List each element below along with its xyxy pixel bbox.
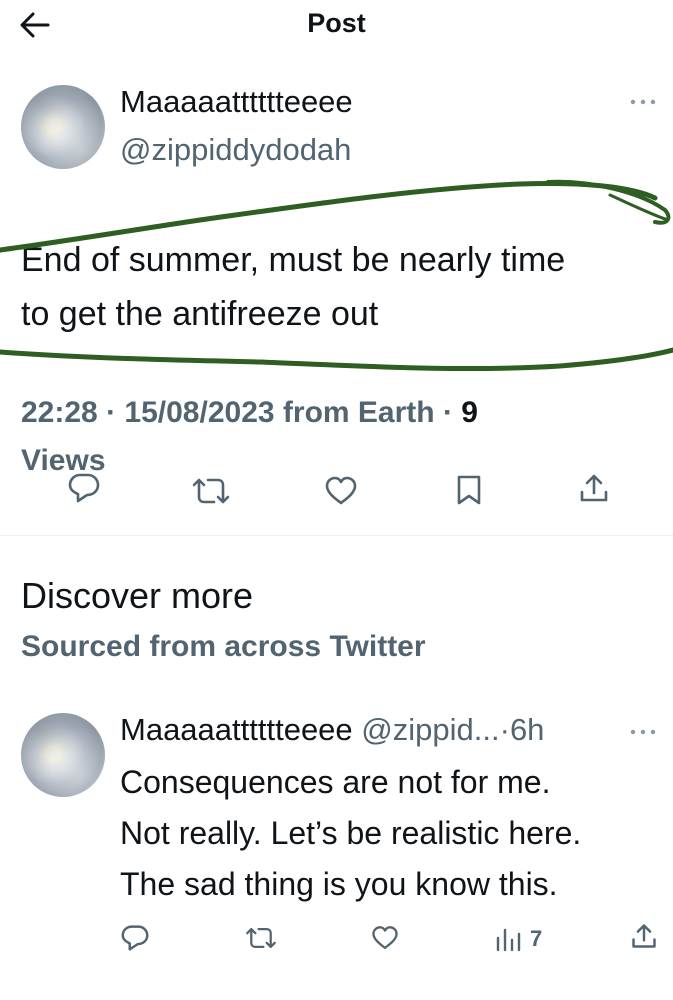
bookmark-icon[interactable]	[455, 474, 483, 506]
share-icon[interactable]	[578, 472, 610, 504]
tweet-text-line-1: Consequences are not for me.	[120, 764, 551, 800]
more-icon[interactable]	[628, 724, 658, 740]
tweet-text-line-3: The sad thing is you know this.	[120, 866, 558, 902]
discover-title: Discover more	[21, 575, 254, 616]
separator-dot: ·	[499, 712, 510, 747]
user-handle[interactable]: @zippid...	[361, 712, 499, 747]
post-meta: 22:28 · 15/08/2023 from Earth · 9	[21, 396, 478, 430]
tweet-header: Maaaaatttttteeee @zippid...·6h	[120, 712, 544, 748]
retweet-icon[interactable]	[244, 926, 278, 950]
heart-icon[interactable]	[324, 476, 358, 506]
discover-subtitle: Sourced from across Twitter	[21, 630, 426, 663]
display-name[interactable]: Maaaaatttttteeee	[120, 712, 353, 747]
separator-dot: ·	[106, 396, 117, 429]
views-chart-icon[interactable]	[494, 926, 524, 952]
tweet-time[interactable]: 6h	[510, 712, 544, 747]
tweet-text-line-2: Not really. Let’s be realistic here.	[120, 815, 582, 851]
post-source: from Earth	[282, 396, 435, 429]
views-count[interactable]: 9	[461, 396, 478, 429]
reply-icon[interactable]	[67, 472, 101, 504]
retweet-icon[interactable]	[190, 477, 232, 505]
marker-annotation	[0, 179, 673, 372]
more-icon[interactable]	[628, 94, 658, 110]
views-count: 7	[530, 926, 543, 951]
separator-dot: ·	[442, 396, 453, 429]
display-name[interactable]: Maaaaatttttteeee	[120, 84, 353, 120]
heart-icon[interactable]	[371, 925, 399, 951]
avatar[interactable]	[21, 85, 105, 169]
reply-icon[interactable]	[120, 924, 150, 952]
avatar[interactable]	[21, 713, 105, 797]
post-date[interactable]: 15/08/2023	[124, 396, 274, 429]
post-time[interactable]: 22:28	[21, 396, 98, 429]
user-handle[interactable]: @zippiddydodah	[120, 132, 351, 168]
page-title: Post	[307, 8, 366, 38]
share-icon[interactable]	[630, 922, 658, 950]
section-divider	[0, 535, 673, 536]
